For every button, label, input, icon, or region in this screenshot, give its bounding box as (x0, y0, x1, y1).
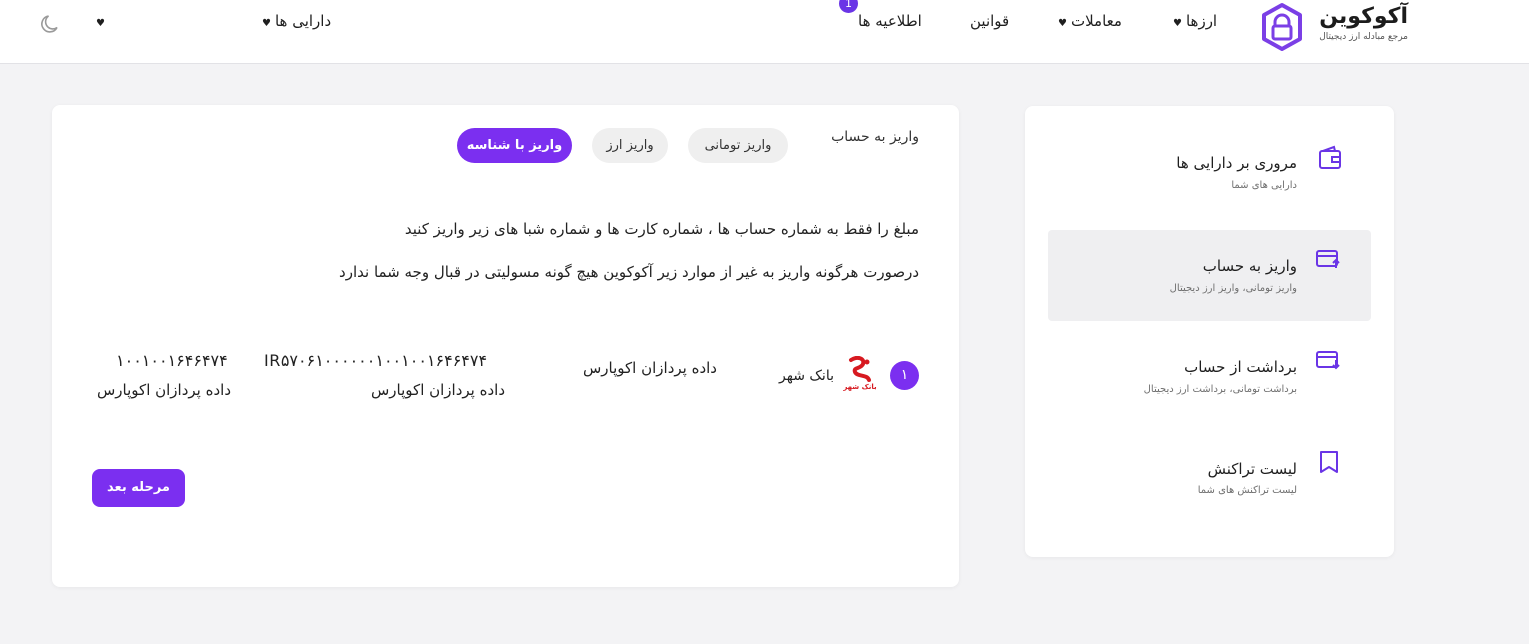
nav-announcements[interactable]: اطلاعیه ها (858, 12, 922, 30)
tab-toman-deposit[interactable]: واریز تومانی (688, 128, 788, 163)
caret-down-icon: ♥ (262, 18, 271, 29)
side-item-assets-overview[interactable]: مروری بر دارایی ها دارایی های شما (1048, 128, 1371, 219)
site-logo[interactable]: آکوکوین مرجع مبادله ارز دیجیتال (1258, 2, 1408, 52)
moon-icon[interactable] (38, 12, 62, 36)
side-item-withdraw[interactable]: برداشت از حساب برداشت تومانی، برداشت ارز… (1048, 330, 1371, 421)
bank-name: بانک شهر (779, 368, 834, 384)
nav-rules-label: قوانین (970, 12, 1010, 30)
account-number[interactable]: ۱۰۰۱۰۰۱۶۴۶۴۷۴ (116, 351, 228, 370)
card-deposit-icon (1316, 250, 1340, 268)
side-item-transactions[interactable]: لیست تراکنش لیست تراکنش های شما (1048, 432, 1371, 523)
bookmark-icon (1320, 451, 1338, 473)
logo-title: آکوکوین (1319, 4, 1408, 29)
sheba-number[interactable]: IR۵۷۰۶۱۰۰۰۰۰۰۱۰۰۱۰۰۱۶۴۶۴۷۴ (264, 351, 487, 370)
nav-rules[interactable]: قوانین (970, 12, 1009, 30)
account-index-badge: ۱ (890, 361, 919, 390)
bank-shahr-logo: بانک شهر (842, 355, 877, 392)
wallet-icon (1319, 145, 1341, 169)
top-header: آکوکوین مرجع مبادله ارز دیجیتال ارزها♥ م… (0, 0, 1529, 64)
bank-logo-text: بانک شهر (843, 383, 877, 391)
card-withdraw-icon (1316, 351, 1340, 370)
side-item-title: مروری بر دارایی ها (1176, 154, 1297, 172)
caret-down-icon: ♥ (96, 18, 105, 29)
assets-menu[interactable]: دارایی ها♥ (262, 12, 331, 30)
logo-mark-icon (1262, 3, 1302, 51)
deposit-warning: درصورت هرگونه واریز به غیر از موارد زیر … (339, 263, 919, 281)
sheba-holder: داده پردازان اکوپارس (371, 381, 506, 399)
caret-down-icon: ♥ (1058, 18, 1067, 29)
caret-down-icon: ♥ (1173, 18, 1182, 29)
side-item-title: واریز به حساب (1202, 257, 1297, 275)
side-item-subtitle: دارایی های شما (1231, 180, 1297, 191)
nav-currencies[interactable]: ارزها♥ (1173, 12, 1217, 30)
nav-trades-label: معاملات (1070, 12, 1122, 30)
side-item-deposit[interactable]: واریز به حساب واریز تومانی، واریز ارز دی… (1048, 230, 1371, 321)
nav-currencies-label: ارزها (1185, 12, 1218, 30)
side-item-subtitle: برداشت تومانی، برداشت ارز دیجیتال (1143, 384, 1297, 395)
logo-subtitle: مرجع مبادله ارز دیجیتال (1319, 32, 1408, 42)
nav-trades[interactable]: معاملات♥ (1058, 12, 1122, 30)
side-item-title: برداشت از حساب (1184, 358, 1297, 376)
user-menu[interactable]: ♥ (96, 12, 109, 30)
announcements-badge: 1 (839, 0, 858, 13)
tab-id-deposit[interactable]: واریز با شناسه (457, 128, 572, 163)
bank-shahr-logo-icon: بانک شهر (842, 355, 877, 391)
side-item-subtitle: لیست تراکنش های شما (1197, 485, 1297, 496)
side-item-subtitle: واریز تومانی، واریز ارز دیجیتال (1169, 283, 1297, 294)
nav-announcements-label: اطلاعیه ها (858, 12, 922, 30)
tab-crypto-deposit[interactable]: واریز ارز (592, 128, 668, 163)
assets-menu-label: دارایی ها (274, 12, 332, 30)
account-number-holder: داده پردازان اکوپارس (97, 381, 232, 399)
account-side-menu: مروری بر دارایی ها دارایی های شما واریز … (1025, 106, 1394, 557)
account-holder: داده پردازان اکوپارس (582, 359, 717, 377)
deposit-instruction: مبلغ را فقط به شماره حساب ها ، شماره کار… (404, 220, 919, 238)
next-step-button[interactable]: مرحله بعد (92, 469, 185, 507)
deposit-tabs-label: واریز به حساب (831, 129, 919, 145)
side-item-title: لیست تراکنش (1207, 460, 1297, 478)
deposit-card: واریز به حساب واریز تومانی واریز ارز وار… (52, 105, 959, 587)
